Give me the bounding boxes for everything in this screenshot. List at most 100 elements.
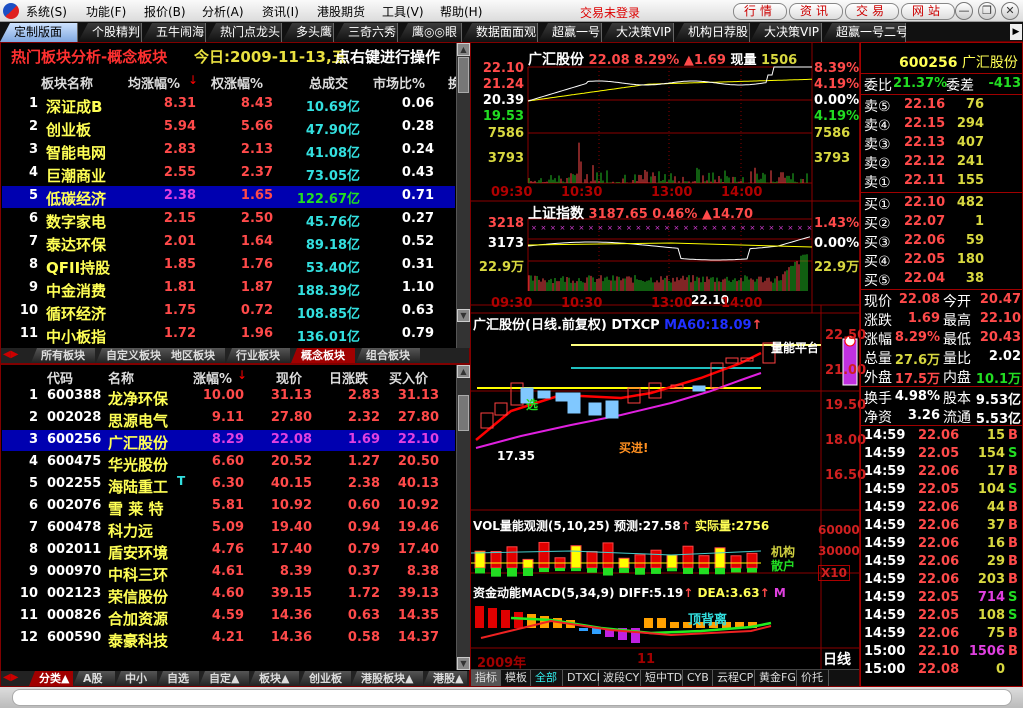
category-scroll-arrows[interactable]: ◀▶ (3, 672, 18, 683)
top-button-0[interactable]: 行情 (733, 3, 787, 20)
menu-2[interactable]: 报价(B) (144, 3, 186, 20)
indicator-tab-5[interactable]: 短中TD (641, 670, 683, 686)
stock-row[interactable]: 3 600256 广汇股份 8.29 22.08 1.69 22.10 (2, 430, 455, 452)
tab-scroll-right-button[interactable]: ▶ (1010, 24, 1022, 40)
sector-header-0[interactable]: 板块名称 (41, 73, 93, 92)
sector-row[interactable]: 8 QFII持股 1.85 1.76 53.40亿 0.31 (2, 255, 455, 277)
top-button-3[interactable]: 网站 (901, 3, 955, 20)
period-label[interactable]: 日线 (823, 649, 851, 669)
sector-row[interactable]: 3 智能电网 2.83 2.13 41.08亿 0.24 (2, 140, 455, 162)
restore-button[interactable]: ❐ (978, 2, 996, 20)
category-tab-8[interactable]: 港股▲ (423, 671, 467, 686)
bid-level[interactable]: 买② 22.07 1 (861, 213, 1022, 232)
sector-header-2[interactable]: 权涨幅% (211, 73, 263, 92)
tab-9[interactable]: 大决策VIP (602, 23, 674, 42)
sector-row[interactable]: 11 中小板指 1.72 1.96 136.01亿 0.79 (2, 324, 455, 346)
bid-level[interactable]: 买③ 22.06 59 (861, 232, 1022, 251)
tab-6[interactable]: 鹰◎◎眼 (398, 23, 462, 42)
tab-4[interactable]: 多头鹰 (282, 23, 334, 42)
indicator-tab-9[interactable]: 价托 (797, 670, 829, 686)
subtab-scroll-arrows[interactable]: ◀▶ (3, 349, 18, 360)
indicator-tab-3[interactable]: DTXCP (563, 670, 603, 686)
indicator-tab-7[interactable]: 云程CP (713, 670, 755, 686)
indicator-tab-4[interactable]: 波段CY (599, 670, 641, 686)
sector-subtab-2[interactable]: 地区板块 (161, 348, 225, 363)
sector-header-3[interactable]: 总成交 (309, 73, 348, 92)
menu-1[interactable]: 功能(F) (86, 3, 126, 20)
command-input[interactable] (12, 689, 1012, 706)
scroll-down-button[interactable]: ▼ (457, 309, 470, 322)
sector-row[interactable]: 2 创业板 5.94 5.66 47.90亿 0.28 (2, 117, 455, 139)
stock-header-0[interactable]: 代码 (47, 368, 73, 387)
stock-header-1[interactable]: 名称 (108, 368, 134, 387)
ask-level[interactable]: 卖① 22.11 155 (861, 172, 1022, 191)
close-button[interactable]: ✕ (1001, 2, 1019, 20)
top-button-1[interactable]: 资讯 (789, 3, 843, 20)
scroll-up-button[interactable]: ▲ (457, 365, 470, 378)
sector-row[interactable]: 6 数字家电 2.15 2.50 45.76亿 0.27 (2, 209, 455, 231)
bid-level[interactable]: 买④ 22.05 180 (861, 251, 1022, 270)
scroll-down-button[interactable]: ▼ (457, 657, 470, 670)
bid-level[interactable]: 买⑤ 22.04 38 (861, 270, 1022, 289)
stock-row[interactable]: 5 002255 海陆重工 6.30 40.15 2.38 40.13 T (2, 474, 455, 496)
scroll-thumb[interactable] (458, 395, 469, 431)
tab-10[interactable]: 机构日荐股 (674, 23, 750, 42)
ask-level[interactable]: 卖③ 22.13 407 (861, 134, 1022, 153)
stock-row[interactable]: 11 000826 合加资源 4.59 14.36 0.63 14.35 (2, 606, 455, 628)
stock-row[interactable]: 1 600388 龙净环保 10.00 31.13 2.83 31.13 (2, 386, 455, 408)
category-tab-0[interactable]: 分类▲ (29, 671, 73, 686)
menu-4[interactable]: 资讯(I) (262, 3, 299, 20)
menu-3[interactable]: 分析(A) (202, 3, 244, 20)
stock-header-3[interactable]: 现价 (276, 368, 302, 387)
stock-header-4[interactable]: 日涨跌 (329, 368, 368, 387)
sector-row[interactable]: 7 泰达环保 2.01 1.64 89.18亿 0.52 (2, 232, 455, 254)
indicator-tab-8[interactable]: 黄金FG (755, 670, 797, 686)
stock-row[interactable]: 7 600478 科力远 5.09 19.40 0.94 19.46 (2, 518, 455, 540)
indicator-tab-1[interactable]: 模板 (501, 670, 531, 686)
indicator-tab-0[interactable]: 指标 (471, 670, 501, 686)
sector-row[interactable]: 9 中金消费 1.81 1.87 188.39亿 1.10 (2, 278, 455, 300)
stock-row[interactable]: 2 002028 思源电气 9.11 27.80 2.32 27.80 (2, 408, 455, 430)
stock-row[interactable]: 6 002076 雪 莱 特 5.81 10.92 0.60 10.92 (2, 496, 455, 518)
category-tab-6[interactable]: 创业板 (299, 671, 351, 686)
sector-header-5[interactable]: 换 (448, 73, 456, 92)
sector-header-4[interactable]: 市场比% (373, 73, 425, 92)
scroll-thumb[interactable] (458, 57, 469, 93)
stock-row[interactable]: 4 600475 华光股份 6.60 20.52 1.27 20.50 (2, 452, 455, 474)
tab-8[interactable]: 超赢一号 (538, 23, 602, 42)
sector-subtab-4[interactable]: 概念板块 (291, 348, 355, 363)
stock-row[interactable]: 12 600590 泰豪科技 4.21 14.36 0.58 14.37 (2, 628, 455, 650)
sector-subtab-3[interactable]: 行业板块 (226, 348, 290, 363)
indicator-tab-6[interactable]: CYB (683, 670, 713, 686)
category-tab-2[interactable]: 中小 (115, 671, 157, 686)
sector-subtab-5[interactable]: 组合板块 (356, 348, 420, 363)
tab-2[interactable]: 五牛闹海 (142, 23, 206, 42)
stock-row[interactable]: 10 002123 荣信股份 4.60 39.15 1.72 39.13 (2, 584, 455, 606)
category-tab-4[interactable]: 自定▲ (199, 671, 249, 686)
stock-header-5[interactable]: 买入价 (389, 368, 428, 387)
sector-scrollbar[interactable]: ▲ ▼ (456, 43, 470, 348)
minimize-button[interactable]: — (955, 2, 973, 20)
sector-row[interactable]: 10 循环经济 1.75 0.72 108.85亿 0.63 (2, 301, 455, 323)
tab-0[interactable]: 定制版面 (0, 23, 78, 42)
indicator-tab-2[interactable]: 全部 (531, 670, 563, 686)
category-tab-5[interactable]: 板块▲ (249, 671, 299, 686)
menu-6[interactable]: 工具(V) (382, 3, 424, 20)
menu-0[interactable]: 系统(S) (26, 3, 67, 20)
ask-level[interactable]: 卖⑤ 22.16 76 (861, 96, 1022, 115)
category-tab-3[interactable]: 自选 (157, 671, 199, 686)
menu-7[interactable]: 帮助(H) (440, 3, 482, 20)
stock-scrollbar[interactable]: ▲ ▼ (456, 365, 470, 670)
ask-level[interactable]: 卖④ 22.15 294 (861, 115, 1022, 134)
bid-level[interactable]: 买① 22.10 482 (861, 194, 1022, 213)
tab-1[interactable]: 个股精判 (78, 23, 142, 42)
category-tab-1[interactable]: A股 (73, 671, 115, 686)
sector-subtab-0[interactable]: 所有板块 (31, 348, 95, 363)
tab-12[interactable]: 超赢一号二号 (822, 23, 906, 42)
ask-level[interactable]: 卖② 22.12 241 (861, 153, 1022, 172)
scroll-up-button[interactable]: ▲ (457, 43, 470, 56)
sector-row[interactable]: 1 深证成B 8.31 8.43 10.69亿 0.06 (2, 94, 455, 116)
sector-header-1[interactable]: 均涨幅% (128, 73, 180, 92)
stock-row[interactable]: 8 002011 盾安环境 4.76 17.40 0.79 17.40 (2, 540, 455, 562)
category-tab-7[interactable]: 港股板块▲ (351, 671, 423, 686)
